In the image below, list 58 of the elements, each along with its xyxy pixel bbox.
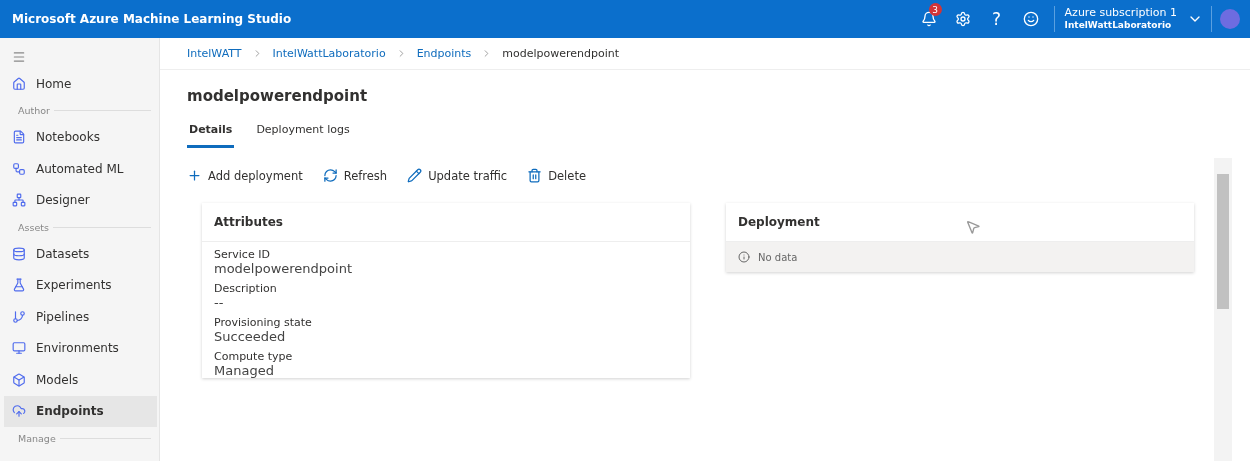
notification-icon[interactable] bbox=[920, 11, 937, 27]
monitor-icon bbox=[12, 341, 26, 356]
smiley-icon[interactable] bbox=[1022, 11, 1039, 27]
field-label: Provisioning state bbox=[214, 316, 313, 329]
help-button[interactable]: ? bbox=[992, 9, 1002, 29]
refresh-icon bbox=[322, 168, 338, 183]
notification-badge: 3 bbox=[928, 3, 942, 16]
empty-message: No data bbox=[758, 251, 798, 263]
branch-icon bbox=[12, 309, 26, 324]
info-icon bbox=[738, 251, 750, 263]
home-icon bbox=[12, 76, 26, 91]
sidebar-item[interactable]: Automated ML bbox=[4, 153, 157, 185]
sidebar-item[interactable]: Experiments bbox=[4, 269, 157, 301]
breadcrumb-link[interactable]: IntelWATT bbox=[187, 47, 242, 60]
tab[interactable]: Details bbox=[187, 123, 235, 148]
scrollbar[interactable] bbox=[1214, 158, 1232, 461]
toolbar-button[interactable]: Add deployment bbox=[183, 166, 307, 185]
sidebar-item[interactable]: Environments bbox=[4, 332, 157, 364]
sidebar-item[interactable]: Pipelines bbox=[4, 301, 157, 333]
settings-icon[interactable] bbox=[954, 11, 971, 27]
field-label: Compute type bbox=[214, 350, 294, 363]
sidebar-item[interactable]: Endpoints bbox=[4, 395, 157, 427]
flow-icon bbox=[12, 161, 26, 176]
cloud-icon bbox=[12, 404, 26, 419]
database-icon bbox=[12, 246, 26, 261]
field-value: Succeeded bbox=[214, 329, 287, 344]
card-title: Attributes bbox=[202, 203, 690, 242]
subscription-selector[interactable]: Azure subscription 1 IntelWattLaboratorio bbox=[1053, 6, 1212, 32]
tab[interactable]: Deployment logs bbox=[254, 123, 352, 148]
breadcrumb-current: modelpowerendpoint bbox=[502, 47, 620, 60]
section-label: Assets bbox=[18, 221, 49, 233]
cube-icon bbox=[12, 372, 26, 387]
flask-icon bbox=[12, 278, 26, 293]
field-label: Service ID bbox=[214, 248, 271, 261]
field-label: Description bbox=[214, 282, 278, 295]
cursor-icon bbox=[965, 219, 981, 235]
pencil-icon bbox=[407, 168, 423, 183]
app-title: Microsoft Azure Machine Learning Studio bbox=[12, 12, 293, 26]
sidebar-item[interactable]: Models bbox=[4, 364, 157, 396]
sidebar-item[interactable]: Home bbox=[4, 68, 157, 100]
toolbar-button[interactable]: Refresh bbox=[318, 166, 392, 185]
page-title: modelpowerendpoint bbox=[187, 87, 369, 105]
sidebar-item[interactable]: Designer bbox=[4, 184, 157, 216]
document-icon bbox=[12, 130, 26, 145]
sidebar-item[interactable]: Datasets bbox=[4, 238, 157, 270]
toolbar-button[interactable]: Update traffic bbox=[403, 166, 512, 185]
field-value: Managed bbox=[214, 363, 275, 378]
network-icon bbox=[12, 193, 26, 208]
toolbar-button[interactable]: Delete bbox=[523, 166, 590, 185]
breadcrumb-link[interactable]: Endpoints bbox=[416, 47, 472, 60]
plus-icon bbox=[187, 168, 202, 183]
field-value: modelpowerendpoint bbox=[214, 261, 354, 276]
sidebar-item[interactable]: Notebooks bbox=[4, 121, 157, 153]
trash-icon bbox=[527, 168, 543, 183]
section-label: Manage bbox=[18, 432, 56, 444]
breadcrumb-link[interactable]: IntelWattLaboratorio bbox=[272, 47, 386, 60]
section-label: Author bbox=[18, 105, 50, 116]
field-value: -- bbox=[214, 295, 225, 310]
